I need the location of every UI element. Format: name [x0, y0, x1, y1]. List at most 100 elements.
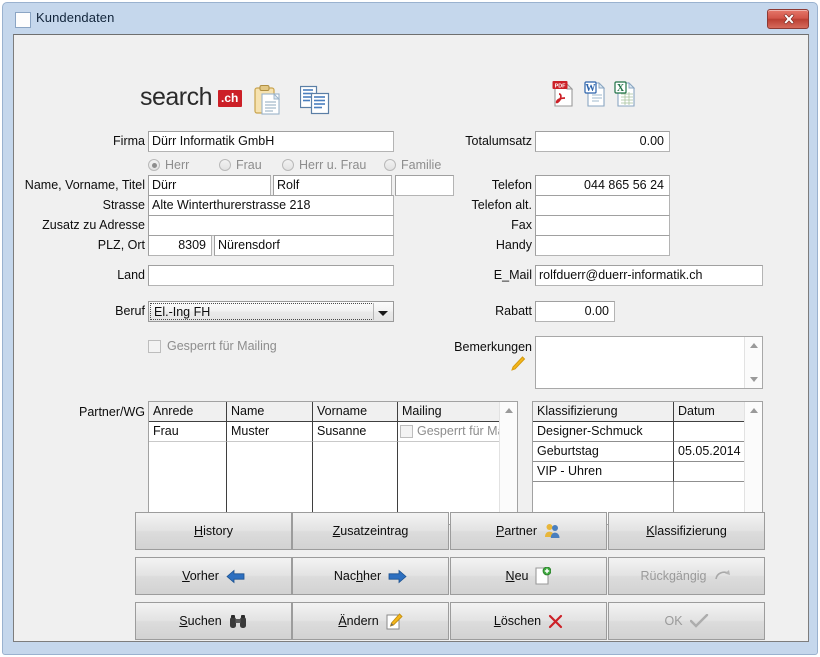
bemerkungen-label: Bemerkungen — [454, 340, 532, 354]
scroll-up-icon[interactable] — [500, 402, 517, 419]
fax-label: Fax — [511, 218, 532, 232]
ort-input[interactable]: Nürensdorf — [214, 235, 394, 256]
svg-text:X: X — [617, 83, 625, 94]
svg-text:PDF: PDF — [555, 83, 566, 89]
partner-cell-anrede: Frau — [149, 422, 227, 442]
land-label: Land — [117, 268, 145, 282]
partner-grid-label: Partner/WG — [79, 405, 145, 419]
strasse-input[interactable]: Alte Winterthurerstrasse 218 — [148, 195, 394, 216]
partner-button[interactable]: Partner — [450, 512, 607, 550]
partner-grid[interactable]: Anrede Name Vorname Mailing Frau Muster … — [148, 401, 518, 525]
name-label: Name, Vorname, Titel — [24, 178, 145, 192]
window-title: Kundendaten — [36, 10, 115, 25]
loeschen-button[interactable]: Löschen — [450, 602, 607, 640]
scroll-up-icon[interactable] — [745, 337, 762, 354]
email-input[interactable]: rolfduerr@duerr-informatik.ch — [535, 265, 763, 286]
klassifizierung-button[interactable]: Klassifizierung — [608, 512, 765, 550]
chevron-down-icon[interactable] — [373, 303, 392, 320]
ok-button: OK — [608, 602, 765, 640]
arrow-left-icon — [226, 569, 245, 584]
clipboard-icon[interactable] — [254, 85, 281, 120]
beruf-label: Beruf — [115, 304, 145, 318]
export-pdf-icon[interactable]: PDF — [552, 80, 576, 113]
handy-input[interactable] — [535, 235, 670, 256]
pencil-edit-icon — [386, 612, 403, 630]
firma-label: Firma — [113, 134, 145, 148]
partner-col-vorname[interactable]: Vorname — [313, 402, 398, 422]
binoculars-icon — [229, 614, 248, 629]
partner-grid-scrollbar[interactable] — [499, 402, 517, 524]
aendern-button[interactable]: Ändern — [292, 602, 449, 640]
check-icon — [689, 613, 709, 629]
partner-cell-mailing: Gesperrt für Mailing — [398, 422, 500, 442]
searchch-logo-badge: .ch — [218, 90, 243, 107]
neu-button-label: Neu — [505, 569, 529, 583]
suchen-button[interactable]: Suchen — [135, 602, 292, 640]
radio-frau[interactable]: Frau — [219, 158, 262, 172]
beruf-combobox[interactable]: El.-Ing FH — [148, 301, 394, 322]
application-window: Kundendaten search .ch PDF W X Firma Dür… — [0, 0, 820, 657]
nachname-input[interactable]: Dürr — [148, 175, 271, 196]
klassifizierung-cell-datum: 05.05.2014 — [674, 442, 745, 462]
partner-button-label: Partner — [496, 524, 537, 538]
people-icon — [544, 523, 561, 539]
neu-button[interactable]: Neu — [450, 557, 607, 595]
telefon-label: Telefon — [491, 178, 532, 192]
scroll-down-icon[interactable] — [745, 371, 762, 388]
export-excel-icon[interactable]: X — [614, 80, 638, 113]
copy-documents-icon[interactable] — [299, 85, 330, 120]
bemerkungen-scrollbar[interactable] — [744, 337, 762, 388]
nachher-button[interactable]: Nachher — [292, 557, 449, 595]
zusatzeintrag-button[interactable]: Zusatzeintrag — [292, 512, 449, 550]
close-button[interactable] — [767, 9, 809, 29]
new-doc-icon — [535, 567, 552, 585]
strasse-label: Strasse — [102, 198, 145, 212]
gesperrt-checkbox[interactable]: Gesperrt für Mailing — [148, 339, 277, 354]
klassifizierung-col-name[interactable]: Klassifizierung — [533, 402, 674, 422]
partner-cell-vorname: Susanne — [313, 422, 398, 442]
scroll-up-icon[interactable] — [745, 402, 762, 419]
title-bar[interactable]: Kundendaten — [3, 3, 817, 35]
klassifizierung-cell-datum — [674, 462, 745, 482]
partner-col-name[interactable]: Name — [227, 402, 313, 422]
plz-input[interactable]: 8309 — [148, 235, 212, 256]
land-input[interactable] — [148, 265, 394, 286]
radio-familie[interactable]: Familie — [384, 158, 441, 172]
svg-text:W: W — [586, 83, 596, 94]
firma-input[interactable]: Dürr Informatik GmbH — [148, 131, 394, 152]
plz-ort-label: PLZ, Ort — [97, 238, 145, 252]
history-button[interactable]: History — [135, 512, 292, 550]
searchch-logo-text: search — [140, 83, 213, 111]
arrow-right-icon — [388, 569, 407, 584]
klassifizierung-cell-datum — [674, 422, 745, 442]
telefon-input[interactable]: 044 865 56 24 — [535, 175, 670, 196]
vorname-input[interactable]: Rolf — [273, 175, 392, 196]
loeschen-button-label: Löschen — [493, 614, 542, 628]
red-x-icon — [548, 614, 563, 629]
beruf-selected-value: El.-Ing FH — [150, 303, 374, 320]
totalumsatz-label: Totalumsatz — [465, 134, 532, 148]
totalumsatz-input: 0.00 — [535, 131, 670, 152]
klassifizierung-cell-name: Geburtstag — [533, 442, 674, 462]
vorher-button[interactable]: Vorher — [135, 557, 292, 595]
email-label: E_Mail — [493, 268, 532, 282]
window-frame: Kundendaten search .ch PDF W X Firma Dür… — [2, 2, 818, 655]
close-icon — [783, 13, 795, 25]
klassifizierung-grid-scrollbar[interactable] — [744, 402, 762, 524]
radio-herr[interactable]: Herr — [148, 158, 189, 172]
radio-herr-u-frau[interactable]: Herr u. Frau — [282, 158, 366, 172]
pencil-icon — [510, 356, 526, 378]
zusatzeintrag-button-label: Zusatzeintrag — [332, 524, 409, 538]
bemerkungen-textarea[interactable] — [535, 336, 763, 389]
klassifizierung-grid[interactable]: Klassifizierung Datum Designer-Schmuck G… — [532, 401, 763, 525]
partner-mailing-checkbox[interactable]: Gesperrt für Mailing — [398, 422, 500, 441]
telefon-alt-label: Telefon alt. — [471, 198, 532, 212]
zusatz-input[interactable] — [148, 215, 394, 236]
fax-input[interactable] — [535, 215, 670, 236]
telefon-alt-input[interactable] — [535, 195, 670, 216]
export-word-icon[interactable]: W — [584, 80, 608, 113]
undo-icon — [714, 568, 733, 584]
rabatt-input[interactable]: 0.00 — [535, 301, 615, 322]
partner-cell-name: Muster — [227, 422, 313, 442]
partner-col-anrede[interactable]: Anrede — [149, 402, 227, 422]
